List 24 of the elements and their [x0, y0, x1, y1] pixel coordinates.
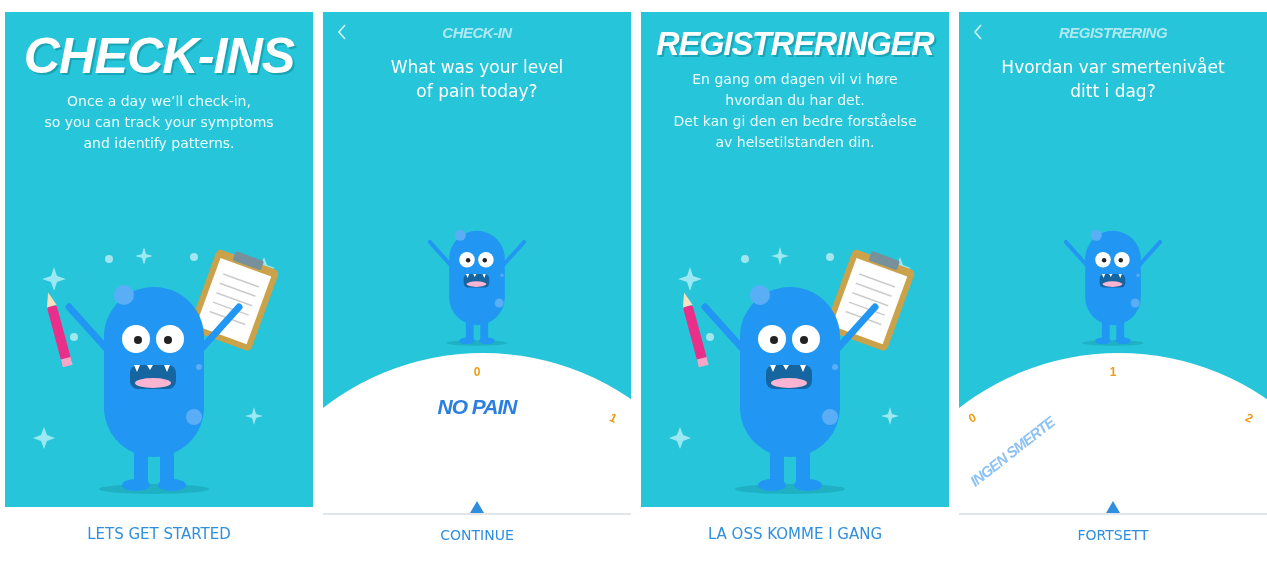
dial-number: 1	[1109, 365, 1117, 379]
dial-number: 0	[966, 410, 979, 426]
dial-number: 0	[473, 365, 481, 379]
intro-text: En gang om dagen vil vi høre hvordan du har det. Det kan gi den en bedre forståelse av helsetilstanden din.	[673, 70, 917, 152]
dial-number: 2	[1243, 410, 1256, 426]
continue-button[interactable]: CONTINUE	[430, 521, 524, 549]
back-chevron-icon[interactable]	[337, 24, 347, 40]
header-title: REGISTRERING	[1058, 24, 1168, 41]
header-title: CHECK-IN	[442, 24, 512, 41]
screen-title: REGISTRERINGER	[656, 26, 934, 63]
start-button[interactable]: LETS GET STARTED	[77, 519, 241, 549]
intro-text: Once a day we’ll check-in, so you can track your symptoms and identify patterns.	[44, 92, 274, 153]
dial-number: 1	[607, 410, 620, 426]
pointer-triangle-icon	[1106, 501, 1120, 513]
continue-button[interactable]: FORTSETT	[1067, 521, 1159, 549]
pointer-triangle-icon	[470, 501, 484, 513]
question-text: Hvordan var smertenivået ditt i dag?	[1001, 56, 1225, 103]
screen-title: CHECK-INS	[23, 26, 295, 85]
dial-background[interactable]	[323, 353, 631, 513]
start-button[interactable]: LA OSS KOMME I GANG	[697, 519, 893, 549]
question-text: What was your level of pain today?	[390, 56, 564, 103]
pain-level-label: NO PAIN	[437, 395, 517, 419]
back-chevron-icon[interactable]	[973, 24, 983, 40]
dial-background[interactable]	[959, 353, 1267, 513]
